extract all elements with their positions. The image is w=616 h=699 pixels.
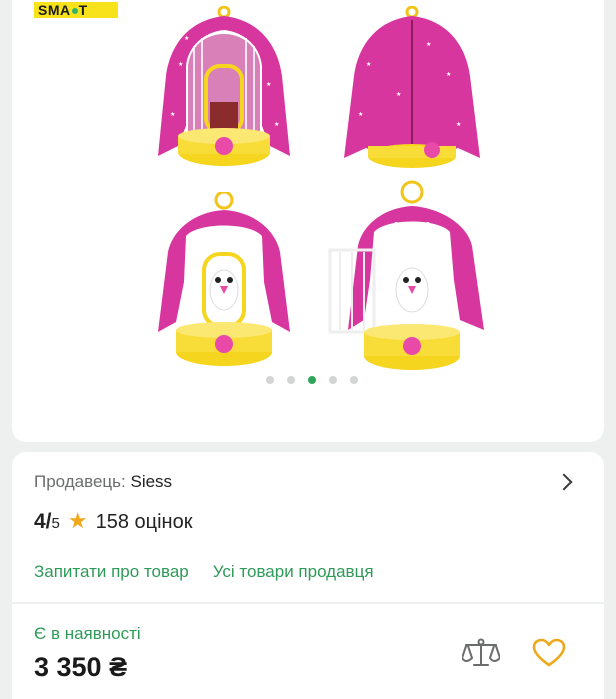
- svg-text:★: ★: [366, 61, 371, 68]
- pagination-dot-active[interactable]: [308, 376, 316, 384]
- chevron-right-icon[interactable]: [555, 473, 573, 491]
- svg-text:★: ★: [446, 71, 451, 78]
- product-image-bird: [158, 192, 290, 366]
- svg-text:★: ★: [178, 61, 183, 68]
- svg-text:★: ★: [266, 81, 271, 88]
- reviews-count: 158 оцінок: [95, 511, 193, 533]
- pagination-dot[interactable]: [266, 376, 274, 384]
- product-image-open-door: [328, 180, 484, 370]
- svg-text:★: ★: [358, 111, 363, 118]
- purchase-bar: Є в наявності 3 350 ₴: [12, 604, 604, 699]
- seller-prefix: Продавець:: [34, 472, 126, 491]
- seller-name[interactable]: Siess: [130, 472, 172, 491]
- svg-text:★: ★: [170, 111, 175, 118]
- heart-icon[interactable]: [532, 638, 566, 668]
- stock-status: Є в наявності: [34, 624, 141, 643]
- smart-badge: SMA T: [34, 2, 118, 18]
- rating-score: 4/: [34, 510, 52, 533]
- star-icon: ★: [67, 508, 88, 533]
- seller-rating: 4/ 5 ★ 158 оцінок: [34, 508, 192, 534]
- pagination-dot[interactable]: [287, 376, 295, 384]
- svg-text:★: ★: [184, 35, 189, 42]
- product-image-closed: ★ ★ ★ ★ ★ ★: [344, 6, 480, 168]
- product-gallery[interactable]: SMA T ★ ★ ★ ★ ★ ★ ★ ★ ★ ★ ★: [12, 0, 604, 442]
- all-seller-products-link[interactable]: Усі товари продавця: [213, 562, 374, 582]
- product-price: 3 350 ₴: [34, 652, 128, 682]
- pagination-dot[interactable]: [350, 376, 358, 384]
- seller-links: Запитати про товар Усі товари продавця: [34, 562, 374, 582]
- svg-text:★: ★: [426, 41, 431, 48]
- gallery-pagination: [266, 376, 358, 384]
- svg-text:★: ★: [456, 121, 461, 128]
- pagination-dot[interactable]: [329, 376, 337, 384]
- seller-card: Продавець: Siess 4/ 5 ★ 158 оцінок Запит…: [12, 452, 604, 602]
- compare-scales-icon[interactable]: [462, 638, 500, 668]
- seller-line[interactable]: Продавець: Siess: [34, 472, 172, 492]
- product-image-front: ★ ★ ★ ★ ★: [158, 6, 290, 166]
- svg-text:★: ★: [396, 91, 401, 98]
- ask-about-product-link[interactable]: Запитати про товар: [34, 562, 189, 582]
- svg-text:★: ★: [274, 121, 279, 128]
- rating-max: 5: [51, 515, 60, 532]
